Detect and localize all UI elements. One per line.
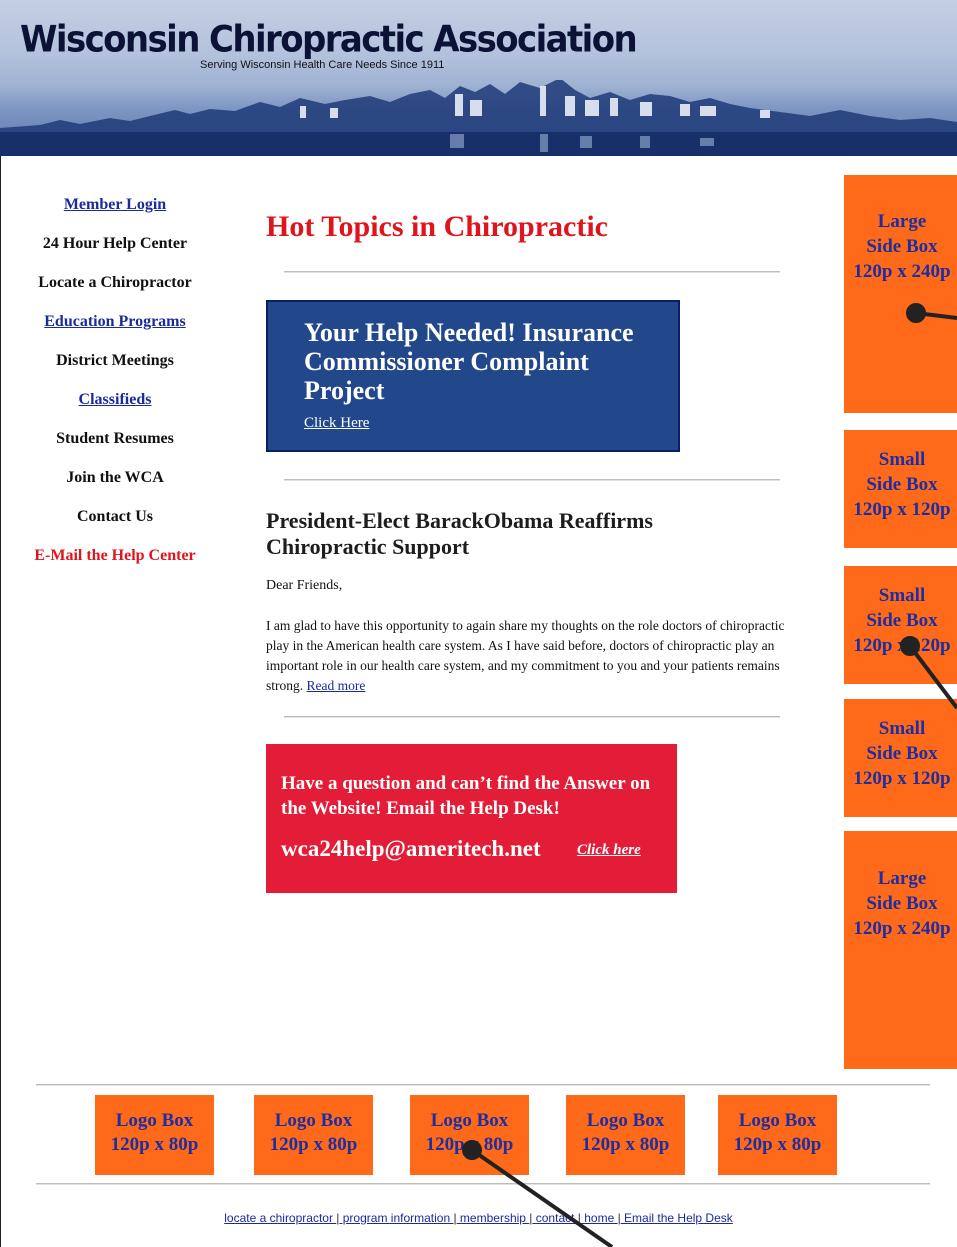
nav-24-hour-help-center[interactable]: 24 Hour Help Center xyxy=(10,231,220,270)
site-header-banner: Wisconsin Chiropractic Association Servi… xyxy=(0,0,957,156)
logo-box-line1: Logo Box xyxy=(115,1110,194,1131)
side-box-line1: Small xyxy=(878,449,926,470)
logo-box-line2: 120p x 80p xyxy=(269,1134,358,1155)
site-title: Wisconsin Chiropractic Association xyxy=(20,18,638,62)
article-greeting: Dear Friends, xyxy=(266,578,343,593)
help-desk-click-here[interactable]: Click here xyxy=(577,842,641,859)
nav-join-wca[interactable]: Join the WCA xyxy=(10,465,220,504)
divider xyxy=(36,1183,930,1185)
logo-box-line2: 120p x 80p xyxy=(110,1134,199,1155)
side-box-line2: Side Box xyxy=(866,610,938,631)
side-box-line2: Side Box xyxy=(866,236,938,257)
nav-classifieds[interactable]: Classifieds xyxy=(10,387,220,426)
side-box-small-1[interactable]: Small Side Box 120p x 120p xyxy=(844,430,957,548)
logo-box-4[interactable]: Logo Box 120p x 80p xyxy=(566,1095,685,1175)
footer-link-home[interactable]: home xyxy=(581,1211,618,1225)
footer-links: locate a chiropractor | program informat… xyxy=(0,1211,957,1225)
help-needed-heading: Your Help Needed! Insurance Commissioner… xyxy=(304,318,634,405)
nav-education-programs[interactable]: Education Programs xyxy=(10,309,220,348)
logo-box-5[interactable]: Logo Box 120p x 80p xyxy=(718,1095,837,1175)
nav-student-resumes[interactable]: Student Resumes xyxy=(10,426,220,465)
side-box-line2: Side Box xyxy=(866,893,938,914)
side-box-line2: Side Box xyxy=(866,743,938,764)
divider xyxy=(284,716,780,718)
side-box-line3: 120p x 120p xyxy=(853,768,951,789)
logo-box-line1: Logo Box xyxy=(738,1110,817,1131)
divider xyxy=(284,479,780,481)
sidebar-nav: Member Login 24 Hour Help Center Locate … xyxy=(10,192,220,582)
help-desk-email[interactable]: wca24help@ameritech.net xyxy=(281,836,541,862)
side-box-line3: 120p x 240p xyxy=(853,918,951,939)
nav-email-help-center[interactable]: E-Mail the Help Center xyxy=(10,543,220,582)
read-more-link[interactable]: Read more xyxy=(307,678,366,693)
logo-box-line1: Logo Box xyxy=(586,1110,665,1131)
side-box-line1: Large xyxy=(877,211,927,232)
nav-member-login[interactable]: Member Login xyxy=(10,192,220,231)
help-needed-banner[interactable]: Your Help Needed! Insurance Commissioner… xyxy=(266,300,680,452)
site-tagline: Serving Wisconsin Health Care Needs Sinc… xyxy=(200,59,445,71)
article-body: I am glad to have this opportunity to ag… xyxy=(266,616,798,696)
logo-box-line1: Logo Box xyxy=(430,1110,509,1131)
footer-link-contact[interactable]: contact xyxy=(532,1211,577,1225)
side-box-small-2[interactable]: Small Side Box 120p x 120p xyxy=(844,566,957,684)
side-box-large-2[interactable]: Large Side Box 120p x 240p xyxy=(844,831,957,1069)
logo-box-line1: Logo Box xyxy=(274,1110,353,1131)
side-box-line3: 120p x 120p xyxy=(853,499,951,520)
footer-link-locate[interactable]: locate a chiropractor xyxy=(224,1211,336,1225)
nav-locate-chiropractor[interactable]: Locate a Chiropractor xyxy=(10,270,220,309)
logo-box-line2: 120p x 80p xyxy=(425,1134,514,1155)
side-box-line1: Large xyxy=(877,868,927,889)
help-desk-banner: Have a question and can’t find the Answe… xyxy=(266,744,677,893)
side-box-line3: 120p x 240p xyxy=(853,261,951,282)
logo-box-line2: 120p x 80p xyxy=(733,1134,822,1155)
skyline-image xyxy=(0,80,957,156)
logo-box-line2: 120p x 80p xyxy=(581,1134,670,1155)
side-box-line1: Small xyxy=(878,585,926,606)
side-box-line2: Side Box xyxy=(866,474,938,495)
nav-district-meetings[interactable]: District Meetings xyxy=(10,348,220,387)
nav-contact-us[interactable]: Contact Us xyxy=(10,504,220,543)
side-box-large-1[interactable]: Large Side Box 120p x 240p xyxy=(844,175,957,413)
side-box-line1: Small xyxy=(878,718,926,739)
footer-link-membership[interactable]: membership xyxy=(457,1211,530,1225)
logo-box-2[interactable]: Logo Box 120p x 80p xyxy=(254,1095,373,1175)
footer-link-program-info[interactable]: program information xyxy=(339,1211,453,1225)
divider xyxy=(36,1084,930,1086)
footer-link-email-help-desk[interactable]: Email the Help Desk xyxy=(621,1211,733,1225)
help-needed-link[interactable]: Click Here xyxy=(304,415,369,432)
side-box-small-3[interactable]: Small Side Box 120p x 120p xyxy=(844,699,957,817)
logo-box-1[interactable]: Logo Box 120p x 80p xyxy=(95,1095,214,1175)
side-box-line3: 120p x 120p xyxy=(853,635,951,656)
logo-box-3[interactable]: Logo Box 120p x 80p xyxy=(410,1095,529,1175)
divider xyxy=(284,271,780,273)
help-desk-question: Have a question and can’t find the Answe… xyxy=(281,773,651,819)
article-title: President-Elect BarackObama Reaffirms Ch… xyxy=(266,508,653,559)
page-title: Hot Topics in Chiropractic xyxy=(266,210,608,243)
